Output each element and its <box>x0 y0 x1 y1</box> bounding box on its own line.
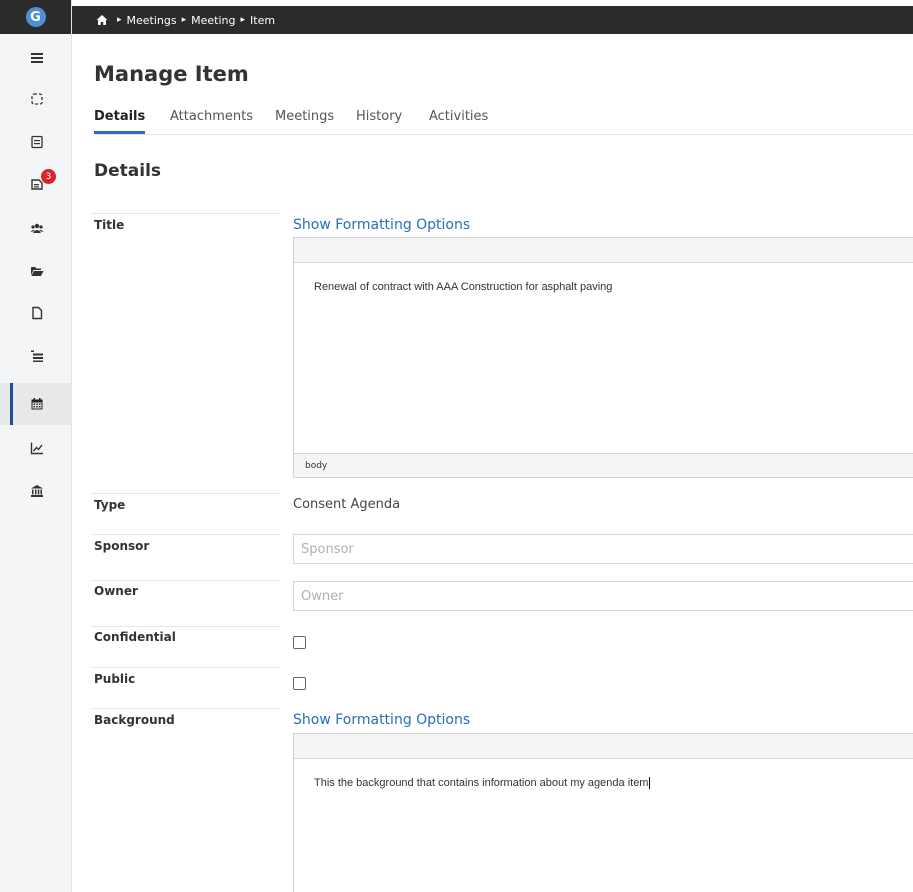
breadcrumb-item: Item <box>250 13 276 27</box>
title-editor-toolbar <box>294 238 913 263</box>
confidential-label: Confidential <box>94 630 176 644</box>
row-divider <box>91 667 281 668</box>
row-divider <box>91 708 281 709</box>
document-icon <box>32 306 43 320</box>
row-divider <box>91 213 281 214</box>
title-editor[interactable]: Renewal of contract with AAA Constructio… <box>293 237 913 478</box>
row-divider <box>91 626 281 627</box>
home-icon[interactable] <box>96 14 108 26</box>
sidebar-item-lists[interactable] <box>0 335 72 377</box>
sidebar-item-agenda[interactable] <box>0 121 72 163</box>
background-editor-toolbar <box>294 734 913 759</box>
sidebar-item-folders[interactable] <box>0 250 72 292</box>
tab-meetings[interactable]: Meetings <box>275 109 334 124</box>
public-label: Public <box>94 672 136 686</box>
agenda-icon <box>31 135 43 149</box>
folder-open-icon <box>31 267 44 276</box>
sidebar-item-meetings[interactable] <box>0 383 72 425</box>
breadcrumb-meetings[interactable]: Meetings <box>127 14 177 27</box>
tab-bar: Details Attachments Meetings History Act… <box>94 107 913 135</box>
sidebar-item-reports[interactable] <box>0 427 72 469</box>
main-content: Manage Item Details Attachments Meetings… <box>72 34 913 892</box>
notification-badge: 3 <box>41 169 56 184</box>
tab-activities[interactable]: Activities <box>429 109 488 124</box>
sidebar-item-menu[interactable] <box>0 37 72 79</box>
sidebar-item-documents[interactable] <box>0 292 72 334</box>
chevron-right-icon: ▸ <box>240 15 246 25</box>
title-editor-statusbar: body <box>294 453 913 477</box>
list-icon <box>31 350 43 362</box>
sidebar: G 3 <box>0 0 72 892</box>
owner-label: Owner <box>94 584 138 598</box>
title-editor-content[interactable]: Renewal of contract with AAA Constructio… <box>294 263 913 293</box>
row-divider <box>91 534 281 535</box>
hamburger-menu-icon <box>31 53 43 63</box>
type-value: Consent Agenda <box>293 497 401 512</box>
section-title: Details <box>94 161 162 181</box>
public-checkbox[interactable] <box>293 677 306 690</box>
dashboard-icon <box>31 93 43 105</box>
page-title: Manage Item <box>94 62 249 86</box>
sponsor-input[interactable] <box>293 534 913 564</box>
sidebar-item-inbox[interactable]: 3 <box>0 163 72 205</box>
chevron-right-icon: ▸ <box>181 15 187 25</box>
background-label: Background <box>94 713 175 727</box>
row-divider <box>91 580 281 581</box>
title-show-formatting-link[interactable]: Show Formatting Options <box>293 217 470 233</box>
background-editor-content[interactable]: This the background that contains inform… <box>294 759 913 790</box>
background-editor-text: This the background that contains inform… <box>314 777 649 789</box>
breadcrumb: ▸ Meetings ▸ Meeting ▸ Item <box>72 6 913 34</box>
sponsor-label: Sponsor <box>94 539 150 553</box>
sidebar-item-government[interactable] <box>0 470 72 512</box>
confidential-checkbox[interactable] <box>293 636 306 649</box>
tab-history[interactable]: History <box>356 109 402 124</box>
logo-icon: G <box>25 7 46 27</box>
text-caret <box>649 777 651 790</box>
background-editor[interactable]: This the background that contains inform… <box>293 733 913 892</box>
calendar-icon <box>31 398 43 410</box>
sidebar-item-dashboard[interactable] <box>0 78 72 120</box>
owner-input[interactable] <box>293 581 913 611</box>
row-divider <box>91 493 281 494</box>
users-icon <box>30 223 44 233</box>
sidebar-item-users[interactable] <box>0 207 72 249</box>
type-label: Type <box>94 498 126 512</box>
tab-attachments[interactable]: Attachments <box>170 109 253 124</box>
breadcrumb-meeting[interactable]: Meeting <box>191 14 235 27</box>
chevron-right-icon: ▸ <box>117 15 122 25</box>
app-logo[interactable]: G <box>0 0 71 34</box>
line-chart-icon <box>30 442 43 455</box>
background-show-formatting-link[interactable]: Show Formatting Options <box>293 712 470 728</box>
government-building-icon <box>31 485 43 497</box>
title-label: Title <box>94 218 125 232</box>
tab-details[interactable]: Details <box>94 109 146 134</box>
